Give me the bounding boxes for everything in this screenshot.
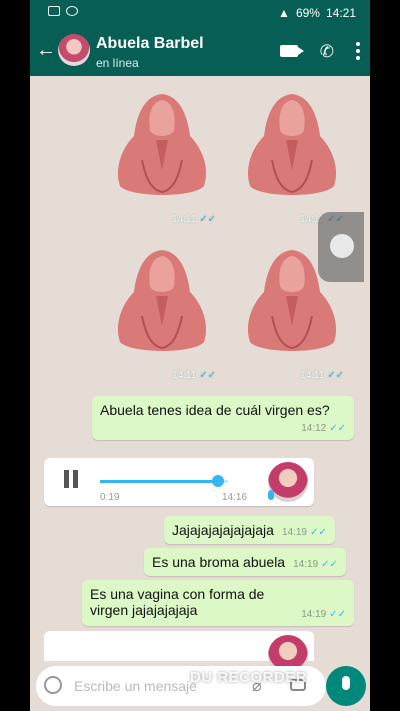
screen-recorder-floating-button[interactable] <box>318 212 364 282</box>
message-text: Es una broma abuela <box>152 554 286 570</box>
voice-duration: 0:19 <box>100 492 120 503</box>
message-text: Abuela tenes idea de cuál virgen es? <box>100 402 330 418</box>
chat-area[interactable]: 14:11✓✓ 14:11✓✓ 14:11✓✓ 14:11✓✓ Abuela t… <box>30 76 370 675</box>
outgoing-message[interactable]: Jajajajajajajajaja 14:19 ✓✓ <box>164 516 335 544</box>
voice-progress-knob[interactable] <box>211 475 224 487</box>
back-arrow-icon[interactable]: ← <box>36 40 56 60</box>
voice-note-message-partial[interactable] <box>44 631 314 675</box>
recorder-watermark: DU RECORDER <box>190 669 308 686</box>
message-time: 14:19 <box>281 527 307 538</box>
sender-avatar <box>268 462 308 502</box>
contact-name[interactable]: Abuela Barbel <box>96 35 204 53</box>
sticker-time: 14:11✓✓ <box>172 214 217 225</box>
read-ticks-icon: ✓✓ <box>321 559 338 570</box>
voice-progress-track[interactable] <box>100 475 228 487</box>
video-call-icon[interactable] <box>279 45 304 57</box>
message-time: 14:19 <box>293 559 319 570</box>
outgoing-message[interactable]: Es una vagina con forma de virgen jajaja… <box>82 580 354 626</box>
whatsapp-notification-icon <box>66 6 78 16</box>
voice-note-message[interactable]: 0:19 14:16 <box>44 458 314 506</box>
sticker-image[interactable] <box>112 90 212 202</box>
input-placeholder: Escribe un mensaje <box>74 678 197 694</box>
sticker-time: 14:11✓✓ <box>300 370 345 381</box>
battery-level: 69% <box>295 6 320 20</box>
read-ticks-icon: ✓✓ <box>327 370 345 381</box>
sticker-image[interactable] <box>242 90 342 202</box>
contact-status: en línea <box>96 56 139 70</box>
video-notification-icon <box>48 6 60 16</box>
message-time: 14:19 <box>301 609 327 620</box>
read-ticks-icon: ✓✓ <box>329 423 346 434</box>
message-text: Jajajajajajajajaja <box>172 522 274 538</box>
signal-icon: ▲ <box>278 6 290 20</box>
record-voice-button[interactable] <box>326 666 366 706</box>
outgoing-message[interactable]: Es una broma abuela 14:19 ✓✓ <box>144 548 346 576</box>
emoji-icon[interactable] <box>44 676 62 694</box>
sticker-time: 14:11✓✓ <box>172 370 217 381</box>
phone-screen: ▲ 69% 14:21 ← Abuela Barbel en línea ✆ 1… <box>30 0 370 711</box>
message-time: 14:12 <box>301 423 327 434</box>
voice-call-icon[interactable]: ✆ <box>320 43 334 60</box>
voice-progress-fill <box>100 480 218 483</box>
status-bar: ▲ 69% 14:21 <box>30 0 370 26</box>
chat-header: ← Abuela Barbel en línea ✆ <box>30 26 370 76</box>
pause-icon[interactable] <box>64 470 78 488</box>
contact-avatar[interactable] <box>58 34 90 66</box>
mic-icon <box>342 676 350 690</box>
read-ticks-icon: ✓✓ <box>199 214 217 225</box>
sticker-image[interactable] <box>112 246 212 358</box>
mic-icon <box>268 490 274 500</box>
outgoing-message[interactable]: Abuela tenes idea de cuál virgen es? 14:… <box>92 396 354 440</box>
read-ticks-icon: ✓✓ <box>199 370 217 381</box>
read-ticks-icon: ✓✓ <box>310 527 327 538</box>
more-options-icon[interactable] <box>356 42 360 60</box>
clock: 14:21 <box>325 6 356 20</box>
voice-time: 14:16 <box>222 492 248 503</box>
read-ticks-icon: ✓✓ <box>329 609 346 620</box>
